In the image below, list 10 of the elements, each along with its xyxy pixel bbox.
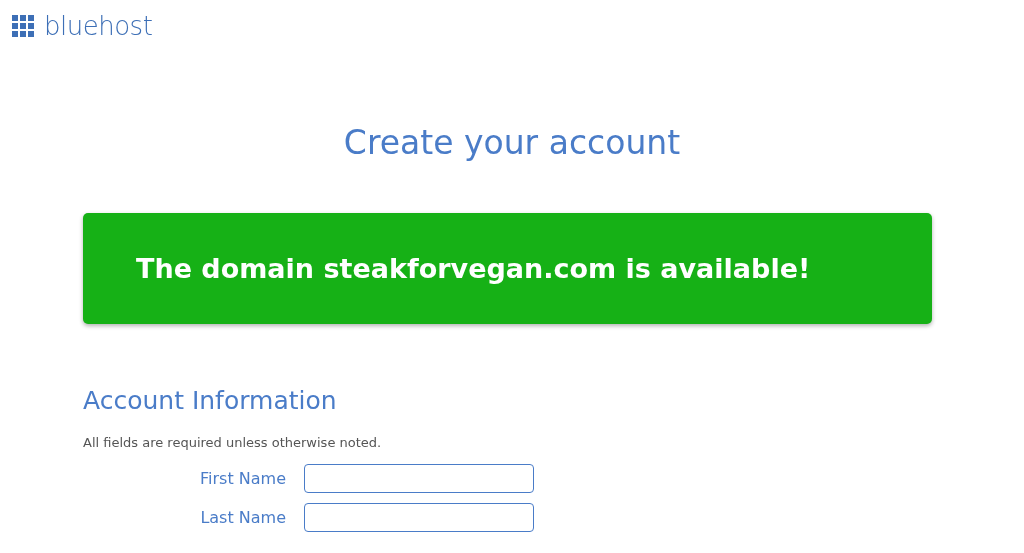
field-label: Last Name — [199, 508, 287, 527]
banner-message: The domain steakforvegan.com is available! — [136, 253, 811, 284]
field-label: First Name — [199, 469, 287, 488]
grid-logo-icon — [12, 15, 34, 37]
required-note: All fields are required unless otherwise noted. — [83, 435, 383, 450]
input-field[interactable] — [304, 464, 534, 493]
input-field[interactable] — [304, 503, 534, 532]
logo-text: bluehost — [44, 13, 153, 39]
page-title: Create your account — [342, 123, 682, 163]
section-title: Account Information — [83, 386, 338, 416]
